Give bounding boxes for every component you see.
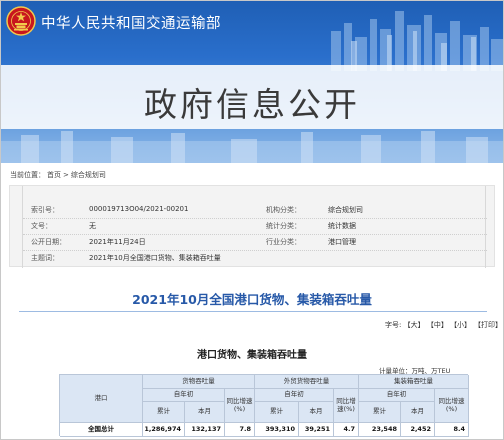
breadcrumb-link-planning[interactable]: 综合规划司 bbox=[71, 171, 106, 179]
table-header-month: 本月 bbox=[401, 402, 435, 423]
font-size-controls: 字号: 【大】 【中】 【小】 bbox=[385, 320, 471, 330]
meta-row-date: 公开日期： 2021年11月24日 行业分类： 港口管理 bbox=[23, 234, 487, 250]
meta-label: 统计分类： bbox=[266, 222, 301, 230]
throughput-table: 港口 货物吞吐量 外贸货物吞吐量 集装箱吞吐量 自年初 同比增速(%) 自年初 … bbox=[59, 374, 469, 437]
meta-value: 000019713O04/2021-00201 bbox=[89, 205, 189, 213]
breadcrumb-link-home[interactable]: 首页 bbox=[47, 171, 61, 179]
meta-value: 2021年10月全国港口货物、集装箱吞吐量 bbox=[89, 254, 221, 262]
table-cell: 23,548 bbox=[359, 423, 401, 437]
meta-label: 主题词： bbox=[31, 254, 59, 262]
meta-label: 公开日期： bbox=[31, 238, 66, 246]
meta-label: 行业分类： bbox=[266, 238, 301, 246]
font-size-large-button[interactable]: 【大】 bbox=[404, 321, 425, 329]
meta-value: 无 bbox=[89, 222, 96, 230]
table-header-ytd: 自年初 bbox=[359, 389, 435, 402]
table-header-ytd: 自年初 bbox=[255, 389, 334, 402]
table-cell: 39,251 bbox=[299, 423, 334, 437]
breadcrumb-prefix: 当前位置： bbox=[10, 171, 45, 179]
document-meta-box: 索引号： 000019713O04/2021-00201 机构分类： 综合规划司… bbox=[9, 185, 495, 268]
banner-title: 政府信息公开 bbox=[144, 85, 360, 124]
meta-row-keywords: 主题词： 2021年10月全国港口货物、集装箱吞吐量 bbox=[23, 250, 487, 266]
table-header-month: 本月 bbox=[185, 402, 225, 423]
table-header-yoy: 同比增速(%) bbox=[225, 389, 255, 423]
table-header-yoy: 同比增速(%) bbox=[334, 389, 359, 423]
meta-label: 索引号： bbox=[31, 206, 59, 214]
font-size-small-button[interactable]: 【小】 bbox=[450, 321, 471, 329]
meta-row-docno: 文号： 无 统计分类： 统计数据 bbox=[23, 218, 487, 234]
meta-label: 文号： bbox=[31, 222, 52, 230]
site-title[interactable]: 中华人民共和国交通运输部 bbox=[41, 12, 221, 33]
meta-inner: 索引号： 000019713O04/2021-00201 机构分类： 综合规划司… bbox=[22, 186, 487, 268]
table-header-container: 集装箱吞吐量 bbox=[359, 375, 469, 389]
table-header-month: 本月 bbox=[299, 402, 334, 423]
table-cell: 393,310 bbox=[255, 423, 299, 437]
table-header-ytd: 自年初 bbox=[143, 389, 225, 402]
table-cell: 2,452 bbox=[401, 423, 435, 437]
table-header-cumulative: 累计 bbox=[143, 402, 185, 423]
table-cell: 8.4 bbox=[435, 423, 469, 437]
title-divider bbox=[19, 311, 487, 312]
breadcrumb: 当前位置： 首页 > 综合规划司 bbox=[10, 170, 108, 180]
meta-value: 统计数据 bbox=[328, 222, 356, 230]
meta-value: 综合规划司 bbox=[328, 206, 363, 214]
table-header-yoy: 同比增速(%) bbox=[435, 389, 469, 423]
national-emblem-logo bbox=[6, 6, 36, 36]
table-cell: 1,286,974 bbox=[143, 423, 185, 437]
meta-value: 港口管理 bbox=[328, 238, 356, 246]
meta-value: 2021年11月24日 bbox=[89, 238, 146, 246]
print-button[interactable]: 【打印】 bbox=[474, 320, 502, 330]
meta-label: 机构分类： bbox=[266, 206, 301, 214]
table-header-cumulative: 累计 bbox=[255, 402, 299, 423]
table-header-port: 港口 bbox=[60, 375, 143, 423]
site-header: 中华人民共和国交通运输部 政府信息公开 bbox=[1, 1, 503, 163]
breadcrumb-separator: > bbox=[63, 171, 69, 179]
table-cell: 4.7 bbox=[334, 423, 359, 437]
meta-row-index: 索引号： 000019713O04/2021-00201 机构分类： 综合规划司 bbox=[23, 202, 487, 218]
article-title: 2021年10月全国港口货物、集装箱吞吐量 bbox=[132, 292, 372, 307]
table-header-cargo: 货物吞吐量 bbox=[143, 375, 255, 389]
table-header-cumulative: 累计 bbox=[359, 402, 401, 423]
table-header-foreign: 外贸货物吞吐量 bbox=[255, 375, 359, 389]
font-size-medium-button[interactable]: 【中】 bbox=[427, 321, 448, 329]
table-title: 港口货物、集装箱吞吐量 bbox=[197, 350, 307, 361]
table-row-label: 全国总计 bbox=[60, 423, 143, 437]
font-size-label: 字号: bbox=[385, 321, 402, 329]
table-cell: 132,137 bbox=[185, 423, 225, 437]
table-cell: 7.8 bbox=[225, 423, 255, 437]
